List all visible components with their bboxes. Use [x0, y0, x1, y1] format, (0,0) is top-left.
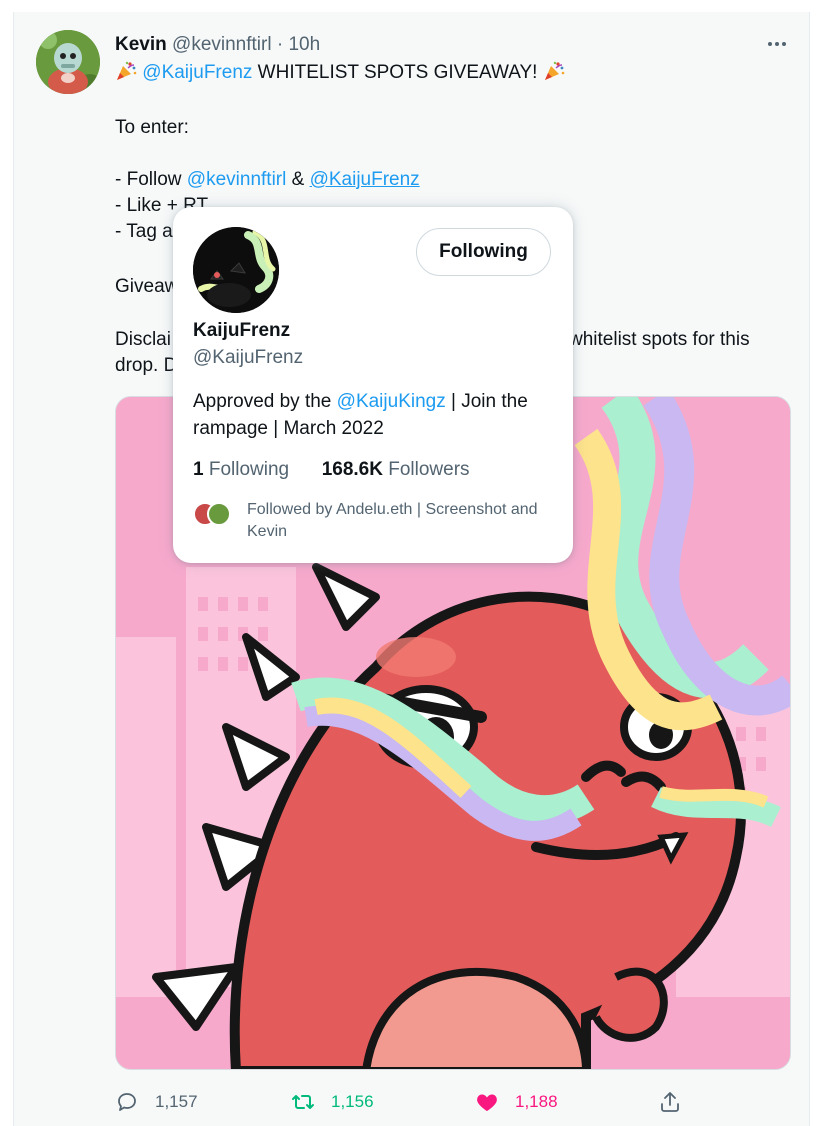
followers-label: Followers: [382, 459, 470, 480]
following-label: Following: [203, 459, 290, 480]
hovercard-stats: 1 Following 168.6K Followers: [193, 459, 470, 481]
mention-kaijukingz[interactable]: @KaijuKingz: [337, 391, 446, 412]
followed-by-text: Followed by Andelu.eth | Screenshot and …: [247, 501, 538, 540]
mention-kaijufrenz[interactable]: @KaijuFrenz: [142, 62, 252, 83]
disclaimer-line: Disclai: [115, 329, 171, 350]
drop-line: drop. D: [115, 355, 178, 376]
mention-kaijufrenz-hovered[interactable]: @KaijuFrenz: [310, 169, 420, 190]
followers-stat[interactable]: 168.6K Followers: [322, 459, 470, 480]
to-enter-text: To enter:: [115, 117, 189, 138]
hovercard-avatar[interactable]: [193, 227, 279, 313]
header-separator: ·: [276, 34, 284, 55]
following-button[interactable]: Following: [416, 228, 551, 276]
mutual-avatars: [193, 502, 233, 526]
followed-by-row[interactable]: Followed by Andelu.eth | Screenshot and …: [193, 499, 553, 543]
share-button[interactable]: [658, 1087, 682, 1117]
hovercard-handle[interactable]: @KaijuFrenz: [193, 347, 303, 369]
tweet-header: Kevin @kevinnftirl · 10h: [115, 33, 320, 57]
hovercard-bio: Approved by the @KaijuKingz | Join the r…: [193, 388, 553, 442]
follow-prefix: - Follow: [115, 169, 187, 190]
following-count: 1: [193, 459, 204, 480]
follow-amp: &: [286, 169, 310, 190]
disclaimer-line-right: whitelist spots for this: [569, 329, 750, 350]
tweet-card[interactable]: Kevin @kevinnftirl · 10h @KaijuFrenz WHI…: [13, 12, 810, 1126]
retweet-icon: [292, 1095, 314, 1109]
author-avatar[interactable]: [36, 30, 100, 94]
giveaway-line: Giveaw: [115, 276, 179, 297]
tweet-time[interactable]: 10h: [288, 34, 320, 55]
followers-count: 168.6K: [321, 459, 383, 480]
bio-suffix: | Join the: [445, 391, 528, 412]
share-icon: [661, 1092, 679, 1112]
like-button[interactable]: 1,188: [475, 1087, 558, 1117]
follow-line: - Follow @kevinnftirl & @KaijuFrenz: [115, 167, 420, 193]
bio-prefix: Approved by the: [193, 391, 337, 412]
tweet-line-title: @KaijuFrenz WHITELIST SPOTS GIVEAWAY!: [115, 60, 565, 86]
reply-count: 1,157: [155, 1092, 198, 1111]
party-popper-icon: [117, 61, 137, 80]
like-count: 1,188: [515, 1092, 558, 1111]
like-icon: [477, 1094, 497, 1111]
retweet-count: 1,156: [331, 1092, 374, 1111]
following-stat[interactable]: 1 Following: [193, 459, 289, 480]
tag-line: - Tag a: [115, 221, 173, 242]
mutual-avatar: [207, 502, 231, 526]
reply-icon: [118, 1093, 136, 1111]
more-icon[interactable]: [762, 34, 792, 54]
profile-hovercard[interactable]: Following KaijuFrenz @KaijuFrenz Approve…: [173, 207, 573, 563]
reply-button[interactable]: 1,157: [115, 1087, 198, 1117]
giveaway-headline: WHITELIST SPOTS GIVEAWAY!: [252, 62, 543, 83]
mention-kevinnftirl[interactable]: @kevinnftirl: [187, 169, 287, 190]
tweet-actions: 1,157 1,156 1,188: [115, 1087, 791, 1117]
party-popper-icon: [544, 61, 565, 80]
author-handle[interactable]: @kevinnftirl: [172, 34, 272, 55]
retweet-button[interactable]: 1,156: [291, 1087, 374, 1117]
bio-line2: rampage | March 2022: [193, 418, 384, 439]
hovercard-name[interactable]: KaijuFrenz: [193, 320, 290, 342]
author-name[interactable]: Kevin: [115, 34, 167, 55]
